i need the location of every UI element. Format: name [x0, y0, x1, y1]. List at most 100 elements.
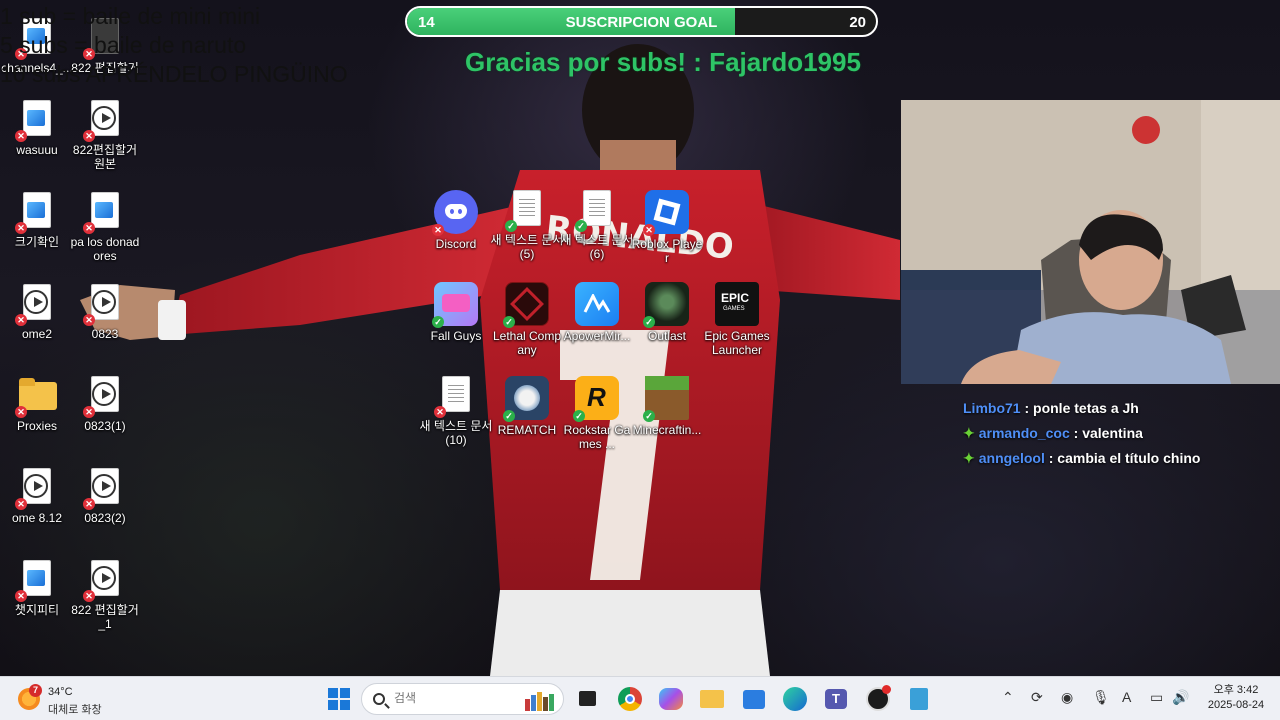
desktop-icon-label: 822편집할거 원본 [72, 143, 138, 171]
chat-text: : ponle tetas a Jh [1024, 400, 1139, 416]
stream-chat: Limbo71 : ponle tetas a Jh ✦ armando_coc … [963, 396, 1273, 471]
rockstar-icon: R ✓ [573, 376, 619, 422]
taskbar-chrome[interactable] [616, 685, 644, 713]
desktop-icon-0823[interactable]: ✕ 0823 [68, 284, 142, 341]
video-file-icon: ✕ [83, 468, 125, 510]
desktop-icon-wasuuu[interactable]: ✕ wasuuu [0, 100, 74, 157]
desktop-icon-text-doc-5[interactable]: ✓ 새 텍스트 문서 (5) [490, 190, 564, 261]
desktop-icon-rematch[interactable]: ✓ REMATCH [490, 376, 564, 437]
desktop-icon-lethal-company[interactable]: ✓ Lethal Company [490, 282, 564, 357]
sync-icon[interactable]: ⟳ [1031, 689, 1043, 706]
desktop-icon-donadores[interactable]: ✕ pa los donadores [68, 192, 142, 263]
desktop-icon-text-doc-6[interactable]: ✓ 새 텍스트 문서 (6) [560, 190, 634, 261]
vpn-icon[interactable]: ◉ [1061, 689, 1073, 706]
taskbar-obs[interactable] [864, 685, 892, 713]
sub-rules-overlay: 1 sub = baile de mini mini 5 subs = bail… [0, 2, 348, 89]
windows-logo-icon [328, 688, 350, 710]
desktop-icon-epic-games[interactable]: EPIC GAMES Epic Games Launcher [700, 282, 774, 357]
video-file-icon: ✕ [83, 100, 125, 142]
desktop-icon-label: Fall Guys [430, 329, 482, 343]
desktop-icon-label: ome2 [21, 327, 53, 341]
network-icon[interactable]: ▭ [1150, 689, 1163, 706]
desktop-icon-label: Outlast [647, 329, 686, 343]
taskbar-task-view[interactable] [574, 685, 602, 713]
text-document-icon: ✓ [505, 190, 547, 232]
desktop-icon-size-check[interactable]: ✕ 크기확인 [0, 192, 74, 249]
chat-username: Limbo71 [963, 400, 1021, 416]
desktop-icon-label: Proxies [16, 419, 57, 433]
clock[interactable]: 오후 3:42 2025-08-24 [1200, 683, 1272, 713]
desktop-icon-label: Discord [435, 237, 477, 251]
desktop-icon-rockstar[interactable]: R ✓ Rockstar Games ... [560, 376, 634, 451]
desktop-icon-0823-2[interactable]: ✕ 0823(2) [68, 468, 142, 525]
desktop-icon-label: ApowerMir... [563, 329, 631, 343]
input-method-indicator[interactable]: A [1122, 689, 1131, 705]
lethal-company-icon: ✓ [503, 282, 549, 328]
apowermirror-icon [575, 282, 619, 326]
taskbar-notepad[interactable] [905, 685, 933, 713]
desktop-icon-outlast[interactable]: ✓ Outlast [630, 282, 704, 343]
fall-guys-icon: ✓ [432, 282, 478, 328]
desktop-icon-label: wasuuu [16, 143, 58, 157]
text-document-icon: ✓ [575, 190, 617, 232]
chrome-icon [618, 687, 642, 711]
desktop-icon-proxies[interactable]: ✕ Proxies [0, 376, 74, 433]
chat-message: ✦ anngelool : cambia el título chino [963, 446, 1273, 471]
gem-badge-icon: ✦ [963, 450, 975, 466]
rematch-icon: ✓ [503, 376, 549, 422]
image-file-icon: ✕ [15, 192, 57, 234]
chat-message: ✦ armando_coc : valentina [963, 421, 1273, 446]
taskbar-edge[interactable] [781, 685, 809, 713]
desktop-icon-discord[interactable]: ✕ Discord [419, 190, 493, 251]
chat-text: : valentina [1073, 425, 1143, 441]
desktop-icon-roblox[interactable]: ✕ Roblox Player [630, 190, 704, 265]
taskbar-copilot[interactable] [657, 685, 685, 713]
desktop-icon-label: Rockstar Games ... [563, 423, 631, 451]
folder-icon [700, 690, 724, 708]
desktop-icon-0823-1[interactable]: ✕ 0823(1) [68, 376, 142, 433]
desktop-icon-label: 크기확인 [14, 235, 60, 249]
taskbar-search[interactable] [361, 683, 564, 715]
desktop-icon-ome-812[interactable]: ✕ ome 8.12 [0, 468, 74, 525]
chat-username: armando_coc [978, 425, 1070, 441]
clock-date: 2025-08-24 [1207, 699, 1265, 711]
thanks-banner: Gracias por subs! : Fajardo1995 [465, 47, 861, 77]
search-input[interactable] [394, 691, 504, 705]
desktop-icon-ome2[interactable]: ✕ ome2 [0, 284, 74, 341]
desktop-icon-822-edit-1[interactable]: ✕ 822 편집할거_1 [68, 560, 142, 631]
gem-badge-icon: ✦ [963, 425, 975, 441]
webcam-image [901, 100, 1280, 384]
desktop-icon-chatgpt[interactable]: ✕ 챗지피티 [0, 560, 74, 617]
desktop-icon-label: 챗지피티 [14, 603, 60, 617]
desktop-icon-label: ome 8.12 [11, 511, 63, 525]
microphone-icon[interactable]: 🎙 [1092, 689, 1110, 706]
taskbar-file-explorer[interactable] [698, 685, 726, 713]
desktop-icon-minecraft[interactable]: ✓ Minecraftin... [630, 376, 704, 437]
minecraft-icon: ✓ [643, 376, 689, 422]
store-icon [743, 690, 765, 709]
desktop-icon-822-original[interactable]: ✕ 822편집할거 원본 [68, 100, 142, 171]
weather-condition: 대체로 화창 [48, 704, 102, 716]
search-highlight-icon [525, 692, 554, 711]
folder-icon: ✕ [15, 376, 57, 418]
chat-username: anngelool [978, 450, 1045, 466]
start-button[interactable] [325, 685, 353, 713]
edge-icon [783, 687, 807, 711]
weather-temp: 34°C [48, 686, 73, 698]
sub-rule-2: 5 subs = baile de naruto [0, 32, 247, 58]
taskbar-teams[interactable]: T [822, 685, 850, 713]
weather-widget[interactable]: 7 34°C 대체로 화창 [18, 684, 138, 716]
volume-icon[interactable]: 🔊 [1172, 689, 1189, 706]
desktop-icon-label: 새 텍스트 문서 (6) [560, 233, 634, 261]
webcam-feed [901, 100, 1280, 384]
desktop-icon-apowermirror[interactable]: ApowerMir... [560, 282, 634, 343]
taskbar-store[interactable] [740, 685, 768, 713]
desktop-icon-text-doc-10[interactable]: ✕ 새 텍스트 문서 (10) [419, 376, 493, 447]
chat-message: Limbo71 : ponle tetas a Jh [963, 396, 1273, 421]
video-file-icon: ✕ [83, 376, 125, 418]
tray-overflow-icon[interactable]: ⌃ [1002, 689, 1014, 706]
search-icon [373, 693, 385, 705]
desktop-icon-label: 새 텍스트 문서 (10) [419, 419, 493, 447]
desktop-icon-fall-guys[interactable]: ✓ Fall Guys [419, 282, 493, 343]
chat-text: : cambia el título chino [1048, 450, 1201, 466]
